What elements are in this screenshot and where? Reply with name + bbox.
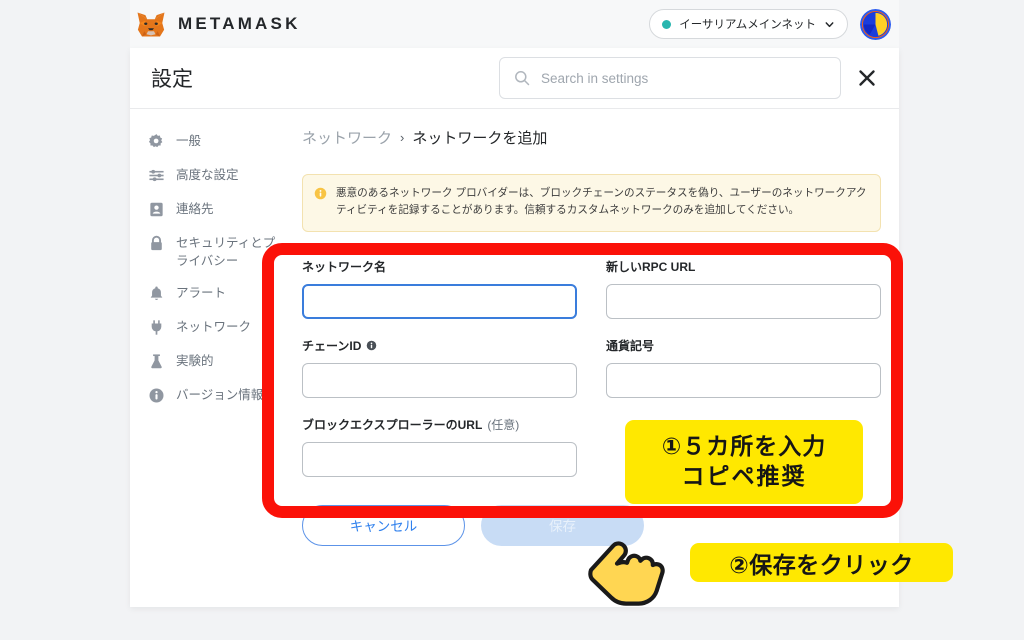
sidebar-item-about[interactable]: バージョン情報 <box>146 379 288 413</box>
settings-content: ネットワーク › ネットワークを追加 悪意のあるネットワーク プロバイダーは、ブ… <box>288 109 904 607</box>
settings-header-right: Search in settings <box>499 57 877 99</box>
info-icon <box>149 388 164 403</box>
app-bar-right: イーサリアムメインネット <box>649 8 893 40</box>
settings-body: 一般 高度な設定 連絡先 セキュリティとプライバシー アラート ネットワーク 実… <box>130 109 899 607</box>
cancel-button[interactable]: キャンセル <box>302 504 465 546</box>
sidebar-item-label: 実験的 <box>176 354 214 369</box>
field-label: チェーンID <box>302 337 577 354</box>
field-label: ブロックエクスプローラーのURL (任意) <box>302 416 577 433</box>
settings-header: 設定 Search in settings <box>130 48 899 109</box>
field-chain-id: チェーンID <box>302 337 577 398</box>
lock-icon <box>151 235 162 251</box>
field-currency-symbol: 通貨記号 <box>606 337 881 398</box>
field-label-text: チェーンID <box>302 338 362 353</box>
search-icon <box>515 71 530 86</box>
screenshot-root: METAMASK イーサリアムメインネット 設定 Search in setti… <box>0 0 1024 640</box>
sidebar-item-label: 高度な設定 <box>176 168 239 182</box>
sidebar-item-label: 連絡先 <box>176 202 214 216</box>
sidebar-item-general[interactable]: 一般 <box>146 125 288 159</box>
block-explorer-url-input[interactable] <box>302 441 577 477</box>
field-label-text: 通貨記号 <box>606 338 655 353</box>
network-status-dot <box>662 19 672 29</box>
sidebar-item-label: アラート <box>176 286 227 301</box>
sidebar-item-label: セキュリティとプライバシー <box>176 236 276 269</box>
sidebar-item-label: バージョン情報 <box>176 388 264 403</box>
sidebar-item-advanced[interactable]: 高度な設定 <box>146 159 288 193</box>
info-icon[interactable] <box>366 340 377 351</box>
field-rpc-url: 新しいRPC URL <box>606 258 881 319</box>
currency-symbol-input[interactable] <box>606 362 881 398</box>
sidebar-item-alerts[interactable]: アラート <box>146 277 288 311</box>
warning-text: 悪意のあるネットワーク プロバイダーは、ブロックチェーンのステータスを偽り、ユー… <box>336 187 867 217</box>
sidebar-item-security-privacy[interactable]: セキュリティとプライバシー <box>146 227 288 277</box>
field-label: ネットワーク名 <box>302 258 577 275</box>
field-label-optional: (任意) <box>487 417 520 432</box>
search-input-placeholder: Search in settings <box>541 70 649 86</box>
field-block-explorer-url: ブロックエクスプローラーのURL (任意) <box>302 416 577 477</box>
network-name: イーサリアムメインネット <box>679 19 816 31</box>
network-name-input[interactable] <box>302 283 577 319</box>
brand-text: METAMASK <box>178 14 301 33</box>
field-label: 通貨記号 <box>606 337 881 354</box>
sidebar-item-experimental[interactable]: 実験的 <box>146 345 288 379</box>
form-actions: キャンセル 保存 <box>302 504 881 546</box>
close-icon[interactable] <box>857 68 877 88</box>
contact-card-icon <box>150 202 163 217</box>
flask-icon <box>151 354 162 369</box>
page-title: 設定 <box>151 68 193 91</box>
settings-sidebar: 一般 高度な設定 連絡先 セキュリティとプライバシー アラート ネットワーク 実… <box>130 109 288 607</box>
breadcrumb-current: ネットワークを追加 <box>412 130 548 147</box>
metamask-fox-icon <box>137 12 165 36</box>
breadcrumb-separator-icon: › <box>400 130 405 145</box>
add-network-form: ネットワーク名 新しいRPC URL チェーンID 通貨記号 ブロックエクスプロ… <box>302 258 881 477</box>
field-label: 新しいRPC URL <box>606 258 881 275</box>
info-circle-icon <box>314 187 327 200</box>
warning-banner: 悪意のあるネットワーク プロバイダーは、ブロックチェーンのステータスを偽り、ユー… <box>302 174 881 232</box>
app-bar: METAMASK イーサリアムメインネット <box>130 0 899 48</box>
search-box[interactable]: Search in settings <box>499 57 841 99</box>
settings-card: 設定 Search in settings 一般 高度な設定 連絡先 セキュリテ… <box>130 48 899 607</box>
network-selector[interactable]: イーサリアムメインネット <box>649 9 848 39</box>
sidebar-item-label: ネットワーク <box>176 320 252 335</box>
field-label-text: ブロックエクスプローラーのURL <box>302 417 483 432</box>
field-network-name: ネットワーク名 <box>302 258 577 319</box>
sliders-icon <box>149 169 164 182</box>
field-label-text: 新しいRPC URL <box>606 259 696 274</box>
gear-icon <box>148 134 163 148</box>
plug-icon <box>151 320 162 335</box>
brand: METAMASK <box>134 11 301 38</box>
rpc-url-input[interactable] <box>606 283 881 319</box>
bell-icon <box>150 286 163 301</box>
sidebar-item-contacts[interactable]: 連絡先 <box>146 193 288 227</box>
sidebar-item-label: 一般 <box>176 134 202 148</box>
save-button[interactable]: 保存 <box>481 504 644 546</box>
chevron-down-icon <box>825 21 834 27</box>
account-avatar-icon[interactable] <box>860 8 891 40</box>
breadcrumb: ネットワーク › ネットワークを追加 <box>302 127 881 148</box>
field-label-text: ネットワーク名 <box>302 259 387 274</box>
chain-id-input[interactable] <box>302 362 577 398</box>
breadcrumb-parent[interactable]: ネットワーク <box>302 127 392 148</box>
sidebar-item-networks[interactable]: ネットワーク <box>146 311 288 345</box>
